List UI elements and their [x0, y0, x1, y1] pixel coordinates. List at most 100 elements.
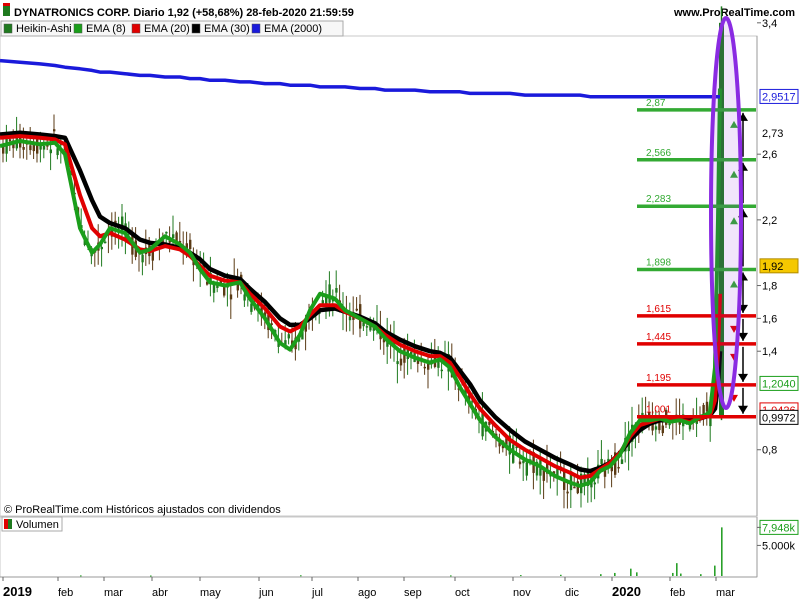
- price-tag-label: 1,2040: [762, 378, 796, 390]
- ha-candle: [36, 139, 39, 154]
- legend-label: Heikin-Ashi: [16, 23, 72, 35]
- price-tags: 2,95172,731,921,20401,04260,9972: [759, 88, 799, 425]
- ha-candle: [399, 358, 403, 366]
- ha-candle: [100, 246, 103, 250]
- fib-label: 1,445: [646, 332, 671, 343]
- ha-candle: [593, 482, 596, 485]
- ha-candle: [8, 139, 12, 142]
- legend: Heikin-Ashi EMA (8) EMA (20) EMA (30) EMA (2…: [3, 23, 322, 35]
- ha-candle: [104, 241, 107, 244]
- legend-label: EMA (30): [204, 23, 250, 35]
- header-color-swatch-top: [3, 3, 10, 6]
- ha-candle: [189, 239, 192, 250]
- volume-bar: [614, 572, 616, 576]
- volume-tick-label: 5.000k: [762, 540, 796, 552]
- time-tick-label: may: [200, 587, 221, 599]
- time-tick-label: feb: [58, 587, 73, 599]
- volume-bar: [80, 575, 82, 577]
- footer-note: © ProRealTime.com Históricos ajustados c…: [4, 504, 281, 516]
- ha-candle: [705, 401, 709, 412]
- time-tick-label: dic: [565, 587, 580, 599]
- legend-label: EMA (2000): [264, 23, 322, 35]
- price-tick-label: 2,2: [762, 215, 777, 227]
- ha-candle: [573, 486, 576, 489]
- ha-candle: [42, 145, 46, 150]
- fib-label: 1,195: [646, 373, 671, 384]
- volume-bar: [630, 568, 632, 576]
- price-tag-label: 0,9972: [762, 412, 796, 424]
- fib-label: 1,001: [646, 405, 671, 416]
- price-tag-label: 2,73: [762, 128, 783, 140]
- fib-label: 2,283: [646, 194, 671, 205]
- volume-bar: [300, 575, 302, 577]
- legend-label: EMA (8): [86, 23, 126, 35]
- ha-candle: [365, 326, 369, 328]
- volume-swatch-red: [4, 519, 8, 529]
- ha-candle: [620, 459, 624, 464]
- volume-panel: [0, 516, 758, 578]
- price-tag-label: 2,9517: [762, 91, 796, 103]
- legend-swatch: [3, 23, 13, 34]
- ha-candle: [321, 300, 324, 304]
- volume-bar: [520, 575, 522, 577]
- time-tick-label: nov: [513, 587, 531, 599]
- ha-candle: [165, 231, 168, 234]
- ha-candle: [661, 425, 664, 434]
- price-chart: DYNATRONICS CORP. Diario 1,92 (+58,68%) …: [0, 3, 799, 599]
- ha-candle: [600, 458, 603, 465]
- volume-bar: [680, 573, 682, 576]
- time-tick-label: 2019: [3, 584, 32, 599]
- ha-candle: [328, 284, 331, 303]
- volume-tick-label: 7,948k: [762, 522, 796, 534]
- ha-candle: [229, 294, 233, 300]
- price-tick-label: 3,4: [762, 18, 777, 30]
- price-tick-label: 0,8: [762, 445, 777, 457]
- volume-bar: [714, 565, 716, 576]
- fib-label: 2,87: [646, 98, 666, 109]
- volume-bar: [676, 563, 678, 576]
- volume-bar: [700, 574, 702, 576]
- price-tick-label: 2,6: [762, 149, 777, 161]
- price-tick-label: 1,8: [762, 281, 777, 293]
- time-tick-label: mar: [104, 587, 123, 599]
- ha-candle: [566, 491, 569, 494]
- time-tick-label: ago: [358, 587, 376, 599]
- price-tick-label: 1,4: [762, 346, 777, 358]
- time-tick-label: feb: [670, 587, 685, 599]
- chart-title: DYNATRONICS CORP. Diario 1,92 (+58,68%) …: [14, 7, 354, 19]
- volume-bar: [600, 574, 602, 576]
- time-tick-label: 2020: [612, 584, 641, 599]
- ha-candle: [29, 145, 32, 151]
- header-color-swatch: [3, 6, 10, 16]
- fib-label: 2,566: [646, 148, 671, 159]
- time-axis: 2019 feb mar abr may jun jul ago sep oct nov dic 202…: [0, 576, 757, 599]
- ha-candle: [355, 308, 358, 311]
- ha-candle: [22, 146, 25, 150]
- legend-swatch: [73, 23, 83, 34]
- fib-label: 1,615: [646, 304, 671, 315]
- volume-bar: [721, 527, 723, 576]
- volume-bar: [150, 575, 152, 577]
- ha-candle: [141, 254, 144, 263]
- time-tick-label: oct: [455, 587, 470, 599]
- ha-candle: [49, 149, 52, 154]
- price-panel: [0, 35, 758, 517]
- legend-label: EMA (20): [144, 23, 190, 35]
- time-tick-label: mar: [716, 587, 735, 599]
- legend-swatch: [131, 23, 141, 34]
- ha-candle: [525, 462, 528, 476]
- price-tag-label: 1,92: [762, 261, 783, 273]
- ha-candle: [348, 316, 352, 321]
- legend-swatch: [191, 23, 201, 34]
- ha-candle: [654, 426, 658, 430]
- price-tick-label: 1,6: [762, 313, 777, 325]
- chart-container: DYNATRONICS CORP. Diario 1,92 (+58,68%) …: [0, 0, 800, 600]
- ha-candle: [668, 423, 671, 426]
- time-tick-label: jun: [258, 587, 274, 599]
- time-tick-label: abr: [152, 587, 168, 599]
- ha-candle: [287, 334, 290, 339]
- legend-swatch: [251, 23, 261, 34]
- volume-bar: [636, 572, 638, 576]
- ha-candle: [335, 288, 338, 293]
- time-tick-label: sep: [404, 587, 422, 599]
